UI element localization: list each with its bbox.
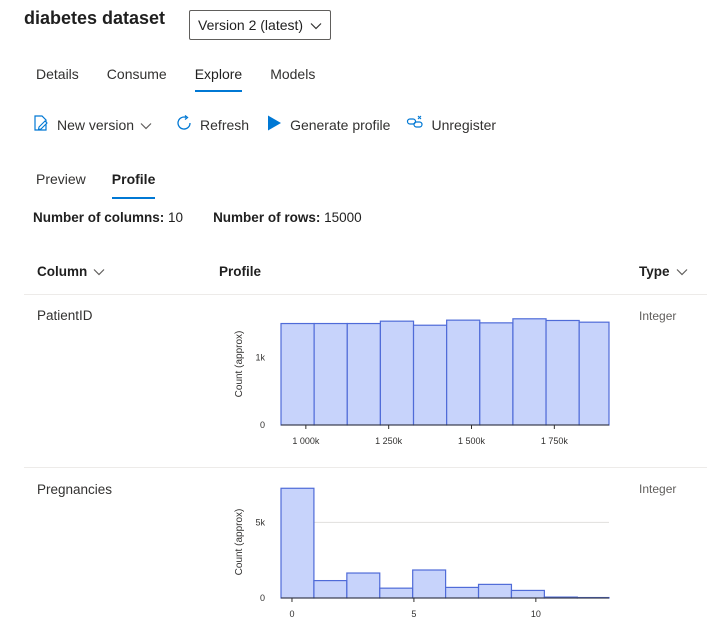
profile-table-header: Column Profile Type xyxy=(24,256,707,295)
histogram-bar xyxy=(512,318,547,426)
tab-consume[interactable]: Consume xyxy=(95,60,179,92)
refresh-label: Refresh xyxy=(200,116,250,133)
histogram-bar xyxy=(346,322,381,426)
y-tick-label: 0 xyxy=(260,420,265,430)
play-icon xyxy=(265,114,290,135)
columns-stat: Number of columns: 10 xyxy=(33,210,183,225)
edit-document-icon xyxy=(32,114,57,135)
histogram-bar xyxy=(477,583,513,599)
rows-stat-value: 15000 xyxy=(324,210,362,225)
dataset-stats: Number of columns: 10 Number of rows: 15… xyxy=(33,210,392,225)
patientid-histogram: 0 1k 1 000k 1 250k 1 500k 1 750k Count (approx… xyxy=(234,318,610,446)
x-tick-label: 0 xyxy=(289,609,294,619)
new-version-label: New version xyxy=(57,116,135,133)
chevron-down-icon xyxy=(140,117,159,133)
page-title: diabetes dataset xyxy=(24,8,166,28)
column-type: Integer xyxy=(639,309,677,323)
y-axis-label: Count (approx) xyxy=(234,509,245,576)
histogram-bar xyxy=(412,569,447,599)
x-tick-label: 1 750k xyxy=(541,436,569,446)
chevron-down-icon xyxy=(676,264,688,279)
histogram-bar xyxy=(379,320,415,426)
tab-preview[interactable]: Preview xyxy=(24,166,98,199)
x-tick-label: 1 250k xyxy=(375,436,403,446)
new-version-button[interactable]: New version xyxy=(32,114,159,135)
main-tabs: Details Consume Explore Models xyxy=(24,60,331,92)
column-header[interactable]: Column xyxy=(37,264,105,279)
histogram-bar xyxy=(578,321,610,426)
profile-header: Profile xyxy=(219,264,261,279)
sub-tabs: Preview Profile xyxy=(24,166,169,199)
toolbar: New version Refresh Generate profile Unr… xyxy=(32,114,512,135)
chevron-down-icon xyxy=(93,264,105,279)
chevron-down-icon xyxy=(310,17,322,33)
type-header[interactable]: Type xyxy=(639,264,688,279)
version-dropdown[interactable]: Version 2 (latest) xyxy=(189,10,331,40)
histogram-bar xyxy=(479,322,514,426)
unregister-button[interactable]: Unregister xyxy=(406,114,496,135)
x-tick-label: 1 000k xyxy=(292,436,320,446)
refresh-icon xyxy=(175,114,200,135)
y-tick-label: 0 xyxy=(260,593,265,603)
y-tick-label: 1k xyxy=(255,352,265,362)
column-header-label: Column xyxy=(37,264,88,279)
x-tick-label: 5 xyxy=(411,609,416,619)
histogram-bar xyxy=(346,572,381,599)
histogram-bar xyxy=(280,322,315,426)
histogram-bar xyxy=(313,322,348,426)
generate-profile-button[interactable]: Generate profile xyxy=(265,114,390,135)
unregister-label: Unregister xyxy=(431,116,497,133)
generate-profile-label: Generate profile xyxy=(290,116,391,133)
histogram-bar xyxy=(412,324,448,426)
x-tick-label: 10 xyxy=(531,609,541,619)
y-axis-label: Count (approx) xyxy=(234,331,245,398)
unlink-icon xyxy=(406,114,431,135)
tab-models[interactable]: Models xyxy=(258,60,327,92)
histogram-bar xyxy=(313,579,348,599)
tab-details[interactable]: Details xyxy=(24,60,91,92)
histogram-bar xyxy=(545,319,580,426)
row-divider xyxy=(24,467,707,468)
tab-profile[interactable]: Profile xyxy=(100,166,168,199)
histogram-bar xyxy=(445,586,480,599)
rows-stat: Number of rows: 15000 xyxy=(213,210,362,225)
x-tick-label: 1 500k xyxy=(458,436,486,446)
histogram-bar xyxy=(510,589,545,599)
refresh-button[interactable]: Refresh xyxy=(175,114,249,135)
columns-stat-value: 10 xyxy=(168,210,184,225)
histogram-bar xyxy=(379,587,414,599)
tab-explore[interactable]: Explore xyxy=(183,60,254,92)
column-type: Integer xyxy=(639,482,677,496)
rows-stat-label: Number of rows: xyxy=(213,210,321,225)
profile-header-label: Profile xyxy=(219,264,262,279)
histogram-bar xyxy=(280,487,315,599)
column-name: Pregnancies xyxy=(37,482,113,497)
pregnancies-histogram: 0 5k 0 5 10 Count (approx) xyxy=(234,487,610,619)
y-tick-label: 5k xyxy=(255,517,265,527)
columns-stat-label: Number of columns: xyxy=(33,210,165,225)
histogram-bar xyxy=(446,319,481,426)
type-header-label: Type xyxy=(639,264,670,279)
column-name: PatientID xyxy=(37,308,93,323)
version-dropdown-label: Version 2 (latest) xyxy=(198,17,304,33)
